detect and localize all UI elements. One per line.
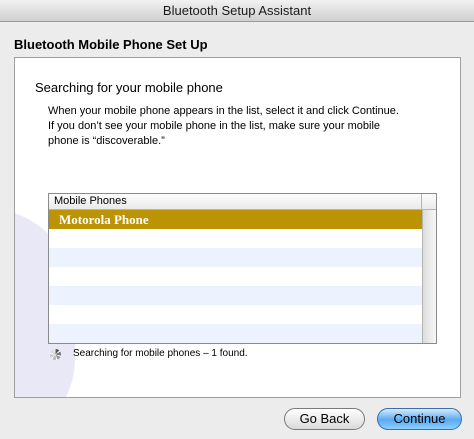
window-title: Bluetooth Setup Assistant (162, 3, 312, 18)
instructions-line: phone is “discoverable.” (48, 135, 165, 147)
empty-list-row (49, 305, 422, 324)
empty-list-row (49, 248, 422, 267)
list-item-motorola-phone[interactable]: Motorola Phone (49, 210, 422, 229)
empty-list-row (49, 324, 422, 343)
header-corner (421, 194, 436, 209)
section-title: Searching for your mobile phone (35, 80, 223, 95)
pane-heading: Bluetooth Mobile Phone Set Up (14, 37, 208, 52)
content-panel: Searching for your mobile phone When you… (14, 57, 461, 398)
list-rows: Motorola Phone (49, 210, 422, 343)
progress-spinner-icon (50, 349, 61, 360)
empty-list-row (49, 229, 422, 248)
instructions-line: If you don’t see your mobile phone in th… (48, 120, 381, 132)
status-text: Searching for mobile phones – 1 found. (73, 348, 248, 359)
mobile-phones-list[interactable]: Mobile Phones Motorola Phone (48, 193, 437, 344)
continue-button[interactable]: Continue (377, 408, 462, 430)
go-back-button[interactable]: Go Back (284, 408, 365, 430)
list-column-header[interactable]: Mobile Phones (49, 194, 436, 210)
instructions-text: When your mobile phone appears in the li… (48, 104, 448, 149)
column-header-label: Mobile Phones (54, 195, 127, 207)
empty-list-row (49, 267, 422, 286)
list-scrollbar[interactable] (422, 210, 436, 343)
instructions-line: When your mobile phone appears in the li… (48, 105, 399, 117)
empty-list-row (49, 286, 422, 305)
title-bar: Bluetooth Setup Assistant (0, 0, 474, 22)
